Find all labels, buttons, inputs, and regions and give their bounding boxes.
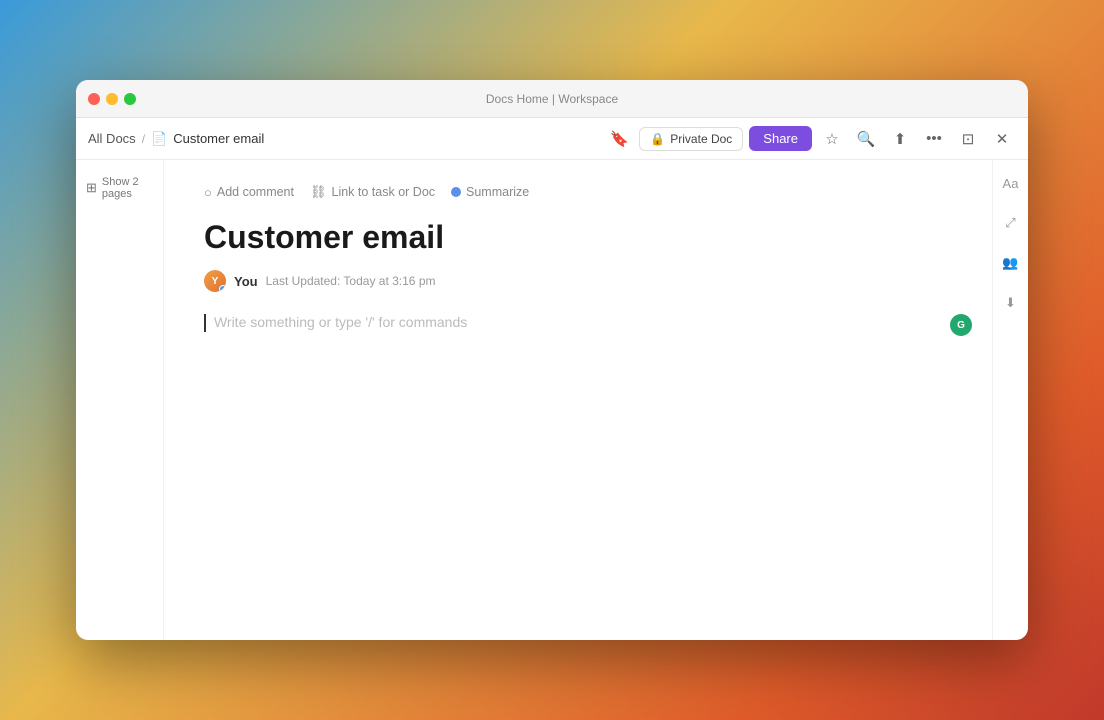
avatar-badge: [219, 285, 226, 292]
avatar: Y: [204, 270, 226, 292]
format-text-button[interactable]: Aa: [998, 170, 1024, 196]
users-icon: 👥: [1002, 255, 1018, 271]
summarize-label: Summarize: [466, 185, 529, 199]
search-icon: 🔍: [857, 130, 876, 148]
last-updated-text: Last Updated: Today at 3:16 pm: [266, 274, 436, 288]
users-button[interactable]: 👥: [998, 250, 1024, 276]
collapse-icon: ⊡: [962, 130, 975, 148]
main-layout: ⊞ Show 2 pages ○ Add comment ⛓ Link to t…: [76, 160, 1028, 640]
comment-icon: ○: [204, 185, 212, 200]
toolbar: All Docs / 📄 Customer email 🔖 🔒 Private …: [76, 118, 1028, 160]
minimize-button[interactable]: [106, 93, 118, 105]
format-text-icon: Aa: [1003, 176, 1019, 191]
export-icon-btn[interactable]: ⬆: [886, 125, 914, 153]
breadcrumb-all-docs[interactable]: All Docs: [88, 131, 136, 146]
download-icon: ⬇: [1005, 295, 1016, 311]
titlebar: Docs Home | Workspace: [76, 80, 1028, 118]
ellipsis-icon: •••: [926, 130, 942, 147]
link-to-task-label: Link to task or Doc: [332, 185, 436, 199]
window-controls: [76, 93, 136, 105]
toolbar-actions: 🔖 🔒 Private Doc Share ☆ 🔍 ⬆ ••• ⊡: [605, 125, 1016, 153]
content-area[interactable]: Write something or type '/' for commands…: [204, 314, 952, 374]
author-name: You: [234, 274, 258, 289]
more-options-button[interactable]: •••: [920, 125, 948, 153]
doc-icon: 📄: [151, 131, 167, 147]
left-sidebar: ⊞ Show 2 pages: [76, 160, 164, 640]
window-title: Docs Home | Workspace: [486, 92, 618, 106]
search-icon-btn[interactable]: 🔍: [852, 125, 880, 153]
avatar-initials: Y: [212, 276, 219, 287]
share-button[interactable]: Share: [749, 126, 812, 151]
link-icon: ⛓: [310, 184, 327, 200]
add-comment-label: Add comment: [217, 185, 294, 199]
lock-icon: 🔒: [650, 132, 665, 146]
maximize-button[interactable]: [124, 93, 136, 105]
star-icon: ☆: [825, 130, 838, 148]
content-placeholder: Write something or type '/' for commands: [214, 315, 467, 331]
add-comment-button[interactable]: ○ Add comment: [204, 185, 294, 200]
download-button[interactable]: ⬇: [998, 290, 1024, 316]
action-bar: ○ Add comment ⛓ Link to task or Doc Summ…: [204, 184, 952, 200]
document-area: ○ Add comment ⛓ Link to task or Doc Summ…: [164, 160, 992, 640]
bookmark-icon: 🔖: [610, 130, 629, 148]
show-pages-button[interactable]: ⊞ Show 2 pages: [86, 174, 153, 202]
link-to-task-button[interactable]: ⛓ Link to task or Doc: [310, 184, 435, 200]
breadcrumb: All Docs / 📄 Customer email: [88, 131, 597, 147]
bookmark-icon-btn[interactable]: 🔖: [605, 125, 633, 153]
private-doc-button[interactable]: 🔒 Private Doc: [639, 127, 743, 151]
collapse-button[interactable]: ⊡: [954, 125, 982, 153]
private-doc-label: Private Doc: [670, 132, 732, 146]
star-icon-btn[interactable]: ☆: [818, 125, 846, 153]
app-window: Docs Home | Workspace All Docs / 📄 Custo…: [76, 80, 1028, 640]
text-cursor: [204, 314, 206, 332]
pages-icon: ⊞: [86, 180, 97, 196]
summarize-button[interactable]: Summarize: [451, 185, 529, 199]
export-icon: ⬆: [894, 130, 907, 148]
show-pages-label: Show 2 pages: [102, 176, 153, 200]
active-user-indicator: G: [950, 314, 972, 336]
close-doc-button[interactable]: ✕: [988, 125, 1016, 153]
expand-icon: ⤢: [1005, 215, 1015, 231]
right-sidebar: Aa ⤢ 👥 ⬇: [992, 160, 1028, 640]
breadcrumb-separator: /: [142, 132, 145, 146]
document-title[interactable]: Customer email: [204, 218, 952, 256]
expand-button[interactable]: ⤢: [998, 210, 1024, 236]
close-icon: ✕: [996, 130, 1009, 148]
author-row: Y You Last Updated: Today at 3:16 pm: [204, 270, 952, 292]
summarize-dot-icon: [451, 187, 461, 197]
close-button[interactable]: [88, 93, 100, 105]
breadcrumb-current-doc: Customer email: [173, 131, 264, 146]
